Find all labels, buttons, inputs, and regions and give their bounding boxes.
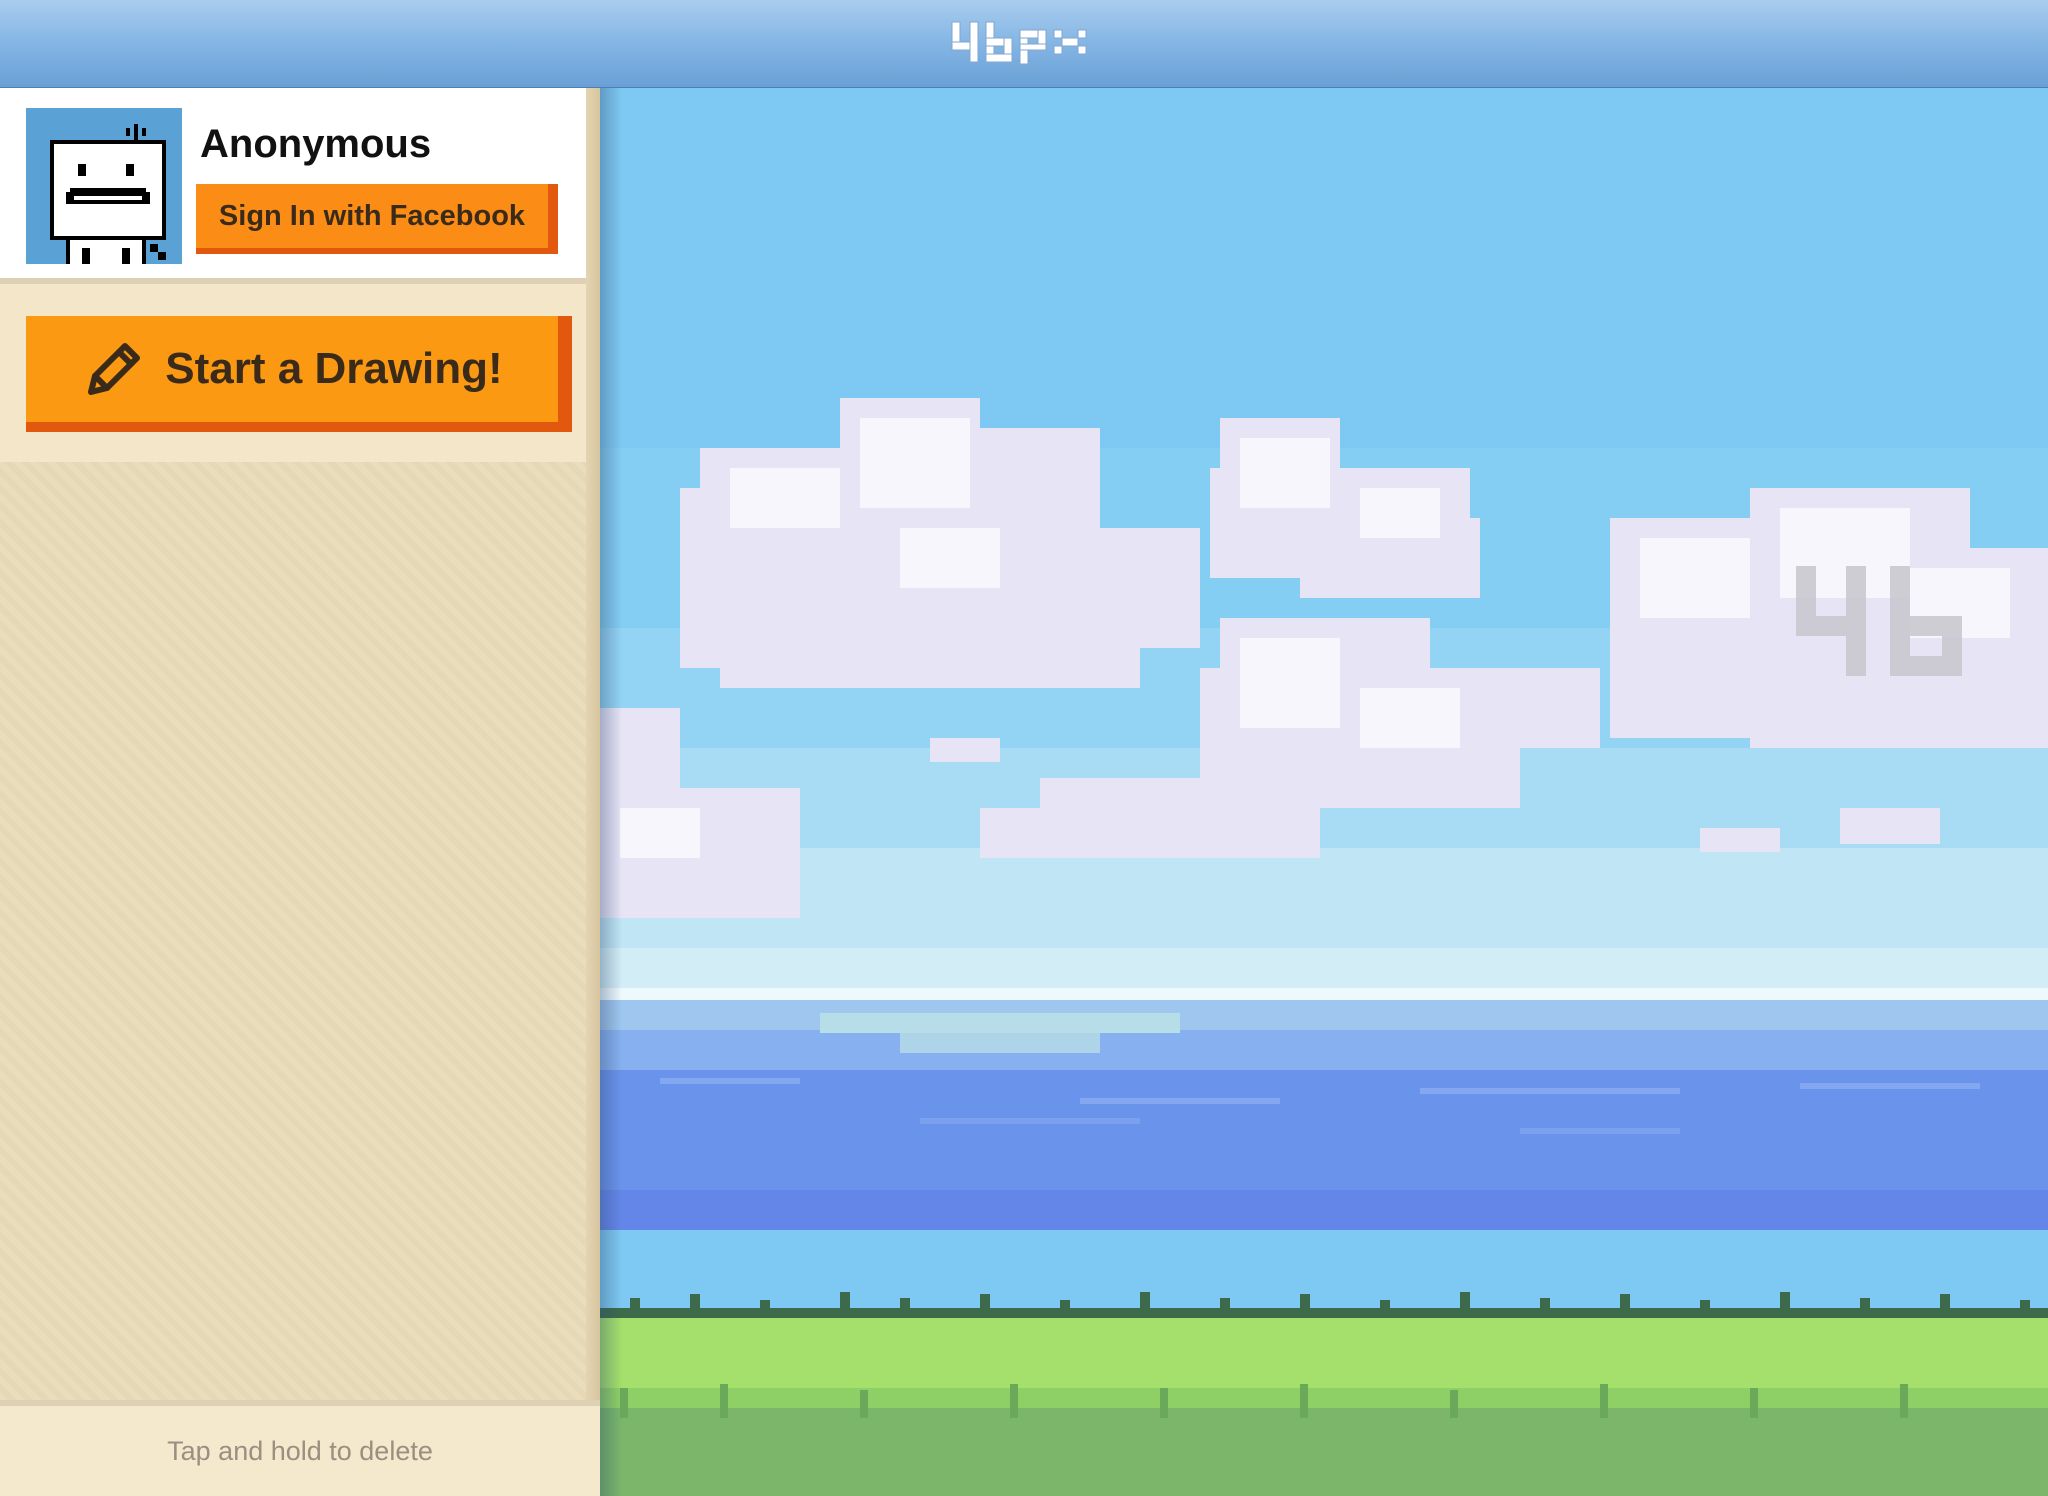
drawings-list[interactable] xyxy=(0,462,586,1400)
logo-46px-icon xyxy=(951,21,1087,65)
sidebar: Anonymous Sign In with Facebook Start a … xyxy=(0,88,600,1496)
pixel-landscape-image xyxy=(600,88,2048,1496)
profile-card: Anonymous Sign In with Facebook xyxy=(0,88,600,284)
start-drawing-label: Start a Drawing! xyxy=(165,344,503,393)
drawing-preview-canvas[interactable] xyxy=(600,88,2048,1496)
pencil-icon xyxy=(88,343,141,395)
app-logo xyxy=(950,18,1096,66)
sign-in-facebook-button[interactable]: Sign In with Facebook xyxy=(196,184,558,254)
sidebar-divider xyxy=(586,88,600,1496)
start-drawing-button[interactable]: Start a Drawing! xyxy=(26,316,572,432)
title-bar xyxy=(0,0,2048,88)
delete-hint: Tap and hold to delete xyxy=(0,1400,600,1496)
canvas-shadow xyxy=(600,88,622,1496)
avatar[interactable] xyxy=(26,108,182,264)
pixel-robot-avatar-icon xyxy=(26,108,182,264)
username-label: Anonymous xyxy=(200,122,432,166)
